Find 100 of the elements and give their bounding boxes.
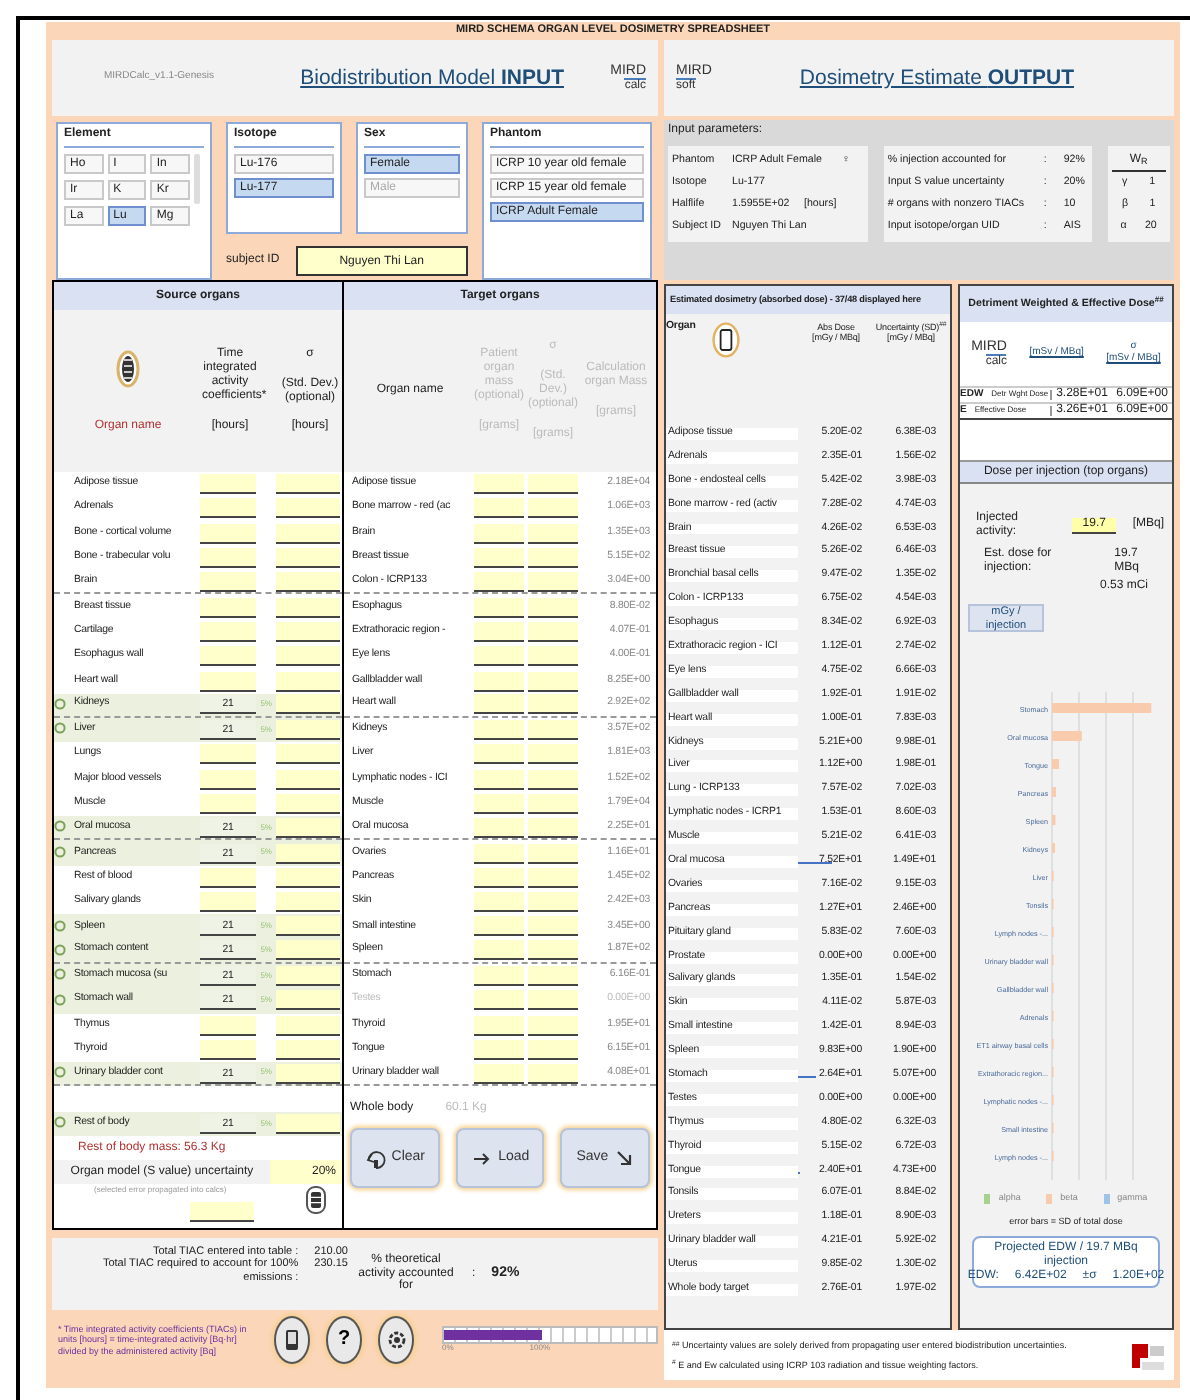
input-field[interactable] [474,671,524,692]
input-field[interactable] [474,548,524,569]
input-field[interactable] [276,817,340,838]
input-field[interactable] [474,990,524,1011]
input-field[interactable] [528,671,578,692]
input-field[interactable] [528,621,578,642]
input-field[interactable] [276,1015,340,1036]
input-field[interactable] [474,940,524,961]
input-field[interactable] [528,597,578,618]
input-field[interactable] [528,720,578,741]
input-field[interactable] [276,1113,340,1134]
input-field[interactable] [474,966,524,987]
input-field[interactable] [474,1063,524,1084]
input-field[interactable] [276,1039,340,1060]
dna-icon [116,349,140,388]
battery-icon [306,1186,326,1215]
input-field[interactable] [528,571,578,592]
input-field[interactable] [276,940,340,961]
input-field[interactable] [276,548,340,569]
input-field[interactable] [474,474,524,495]
input-field[interactable] [528,990,578,1011]
input-field[interactable] [474,523,524,544]
input-field[interactable] [276,671,340,692]
input-field[interactable] [528,498,578,519]
input-field[interactable] [528,916,578,937]
input-field[interactable] [528,523,578,544]
input-field[interactable] [200,892,256,913]
input-field[interactable] [474,892,524,913]
input-field[interactable] [528,867,578,888]
input-field[interactable] [276,843,340,864]
input-field[interactable] [276,597,340,618]
input-field[interactable] [474,621,524,642]
input-field[interactable] [200,671,256,692]
input-field[interactable] [200,794,256,814]
input-field[interactable] [276,646,340,667]
input-field[interactable] [276,990,340,1011]
input-field[interactable] [200,548,256,569]
input-field[interactable] [276,966,340,987]
round-button[interactable]: ? [326,1316,362,1364]
input-field[interactable] [474,720,524,741]
input-field[interactable] [528,548,578,569]
input-field[interactable] [528,1015,578,1036]
input-field[interactable] [528,940,578,961]
input-field[interactable] [276,916,340,937]
input-field[interactable] [528,1039,578,1060]
input-field[interactable] [200,621,256,642]
input-field[interactable] [474,769,524,790]
input-field[interactable] [474,867,524,888]
status-icon [54,1116,66,1129]
input-field[interactable] [276,523,340,544]
input-field[interactable] [200,769,256,790]
input-field[interactable] [276,720,340,741]
input-field[interactable] [474,571,524,592]
input-field[interactable] [276,621,340,642]
input-field[interactable] [276,1063,340,1084]
input-field[interactable] [474,1039,524,1060]
round-button[interactable] [274,1316,310,1364]
input-field[interactable] [528,744,578,765]
scrollbar[interactable] [193,153,200,204]
input-field[interactable] [474,597,524,618]
input-field[interactable] [200,571,256,592]
input-field[interactable] [474,744,524,765]
input-field[interactable] [276,474,340,495]
input-field[interactable] [276,769,340,790]
input-field[interactable] [276,892,340,913]
round-button[interactable] [378,1316,414,1364]
input-field[interactable] [276,794,340,814]
input-field[interactable] [200,474,256,495]
input-field[interactable] [200,1039,256,1060]
input-field[interactable] [474,498,524,519]
input-field[interactable] [474,646,524,667]
input-field[interactable] [200,523,256,544]
input-field[interactable] [276,694,340,715]
input-field[interactable] [474,843,524,864]
input-field[interactable] [474,1015,524,1036]
input-field[interactable] [200,597,256,618]
input-field[interactable] [528,474,578,495]
input-field[interactable] [276,571,340,592]
input-field[interactable] [474,694,524,715]
input-field[interactable] [528,817,578,838]
input-field[interactable] [200,646,256,667]
input-field[interactable] [276,867,340,888]
input-field[interactable] [528,843,578,864]
input-field[interactable] [528,769,578,790]
input-field[interactable] [200,744,256,765]
input-field[interactable] [200,867,256,888]
input-field[interactable] [528,794,578,814]
input-field[interactable] [474,916,524,937]
input-field[interactable] [528,1063,578,1084]
input-field[interactable] [276,498,340,519]
input-field[interactable] [528,966,578,987]
input-field[interactable] [200,1015,256,1036]
input-field[interactable] [200,498,256,519]
input-field[interactable] [528,892,578,913]
input-field[interactable] [528,694,578,715]
input-field[interactable] [474,817,524,838]
input-field[interactable] [276,744,340,765]
input-field[interactable] [474,794,524,814]
input-field[interactable] [190,1202,254,1223]
input-field[interactable] [528,646,578,667]
